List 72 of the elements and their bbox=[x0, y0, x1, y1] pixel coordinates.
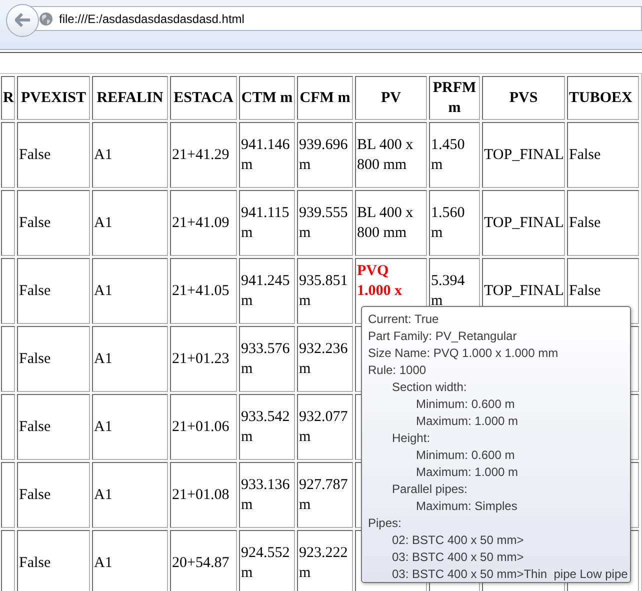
column-header: ESTACA bbox=[170, 76, 237, 120]
tooltip-line: Maximum: 1.000 m bbox=[415, 413, 520, 430]
table-cell: False bbox=[17, 258, 90, 324]
table-cell: 1.560 m bbox=[429, 190, 480, 256]
column-header: CTM m bbox=[239, 76, 295, 120]
column-header: TUBOEX bbox=[567, 76, 639, 120]
table-cell: 21+41.09 bbox=[170, 190, 237, 256]
table-cell: 939.696 m bbox=[297, 122, 353, 188]
table-cell: A1 bbox=[92, 190, 168, 256]
table-cell: 21+01.23 bbox=[170, 326, 237, 392]
table-cell: 933.576 m bbox=[239, 326, 295, 392]
table-cell: 20+54.87 bbox=[170, 530, 237, 591]
table-cell: False bbox=[17, 326, 90, 392]
column-header: CFM m bbox=[297, 76, 353, 120]
table-cell: 933.136 m bbox=[239, 462, 295, 528]
table-cell: False bbox=[567, 190, 639, 256]
table-cell: 939.555 m bbox=[297, 190, 353, 256]
table-cell: 932.077 m bbox=[297, 394, 353, 460]
tooltip-line: Height: bbox=[391, 430, 432, 447]
table-cell: 924.552 m bbox=[239, 530, 295, 591]
back-button[interactable] bbox=[6, 4, 39, 36]
tooltip-line: 02: BSTC 400 x 50 mm> bbox=[391, 532, 525, 549]
address-field[interactable]: file:///E:/asdasdasdasdasdasd.html bbox=[30, 6, 642, 31]
table-cell: False bbox=[17, 122, 90, 188]
tooltip-line: Minimum: 0.600 m bbox=[415, 396, 516, 413]
tooltip-line: Size Name: PVQ 1.000 x 1.000 mm bbox=[368, 345, 560, 362]
table-cell: 935.851 m bbox=[297, 258, 353, 324]
table-cell: 932.236 m bbox=[297, 326, 353, 392]
globe-icon bbox=[39, 12, 53, 26]
table-cell: 21+41.29 bbox=[170, 122, 237, 188]
tooltip-line: Rule: 1000 bbox=[368, 362, 428, 379]
table-cell: 923.222 m bbox=[297, 530, 353, 591]
tooltip-line: Maximum: 1.000 m bbox=[415, 464, 520, 481]
table-cell: A1 bbox=[92, 122, 168, 188]
table-cell: 21+41.05 bbox=[170, 258, 237, 324]
table-cell: 941.115 m bbox=[239, 190, 295, 256]
table-cell: False bbox=[17, 462, 90, 528]
table-cell: False bbox=[567, 122, 639, 188]
tooltip-line: Part Family: PV_Retangular bbox=[368, 328, 518, 345]
table-cell: TOP_FINAL bbox=[482, 122, 565, 188]
table-cell: 941.146 m bbox=[239, 122, 295, 188]
table-cell: A1 bbox=[92, 326, 168, 392]
table-cell: A1 bbox=[92, 258, 168, 324]
column-header: R bbox=[1, 76, 15, 120]
table-cell: A1 bbox=[92, 530, 168, 591]
table-cell: 1.450 m bbox=[429, 122, 480, 188]
column-header: PRFM m bbox=[429, 76, 480, 120]
column-header: REFALIN bbox=[92, 76, 168, 120]
table-cell: 941.245 m bbox=[239, 258, 295, 324]
table-cell: TOP_FINAL bbox=[482, 190, 565, 256]
table-cell: A1 bbox=[92, 462, 168, 528]
table-cell: False bbox=[17, 394, 90, 460]
table-cell: BL 400 x 800 mm bbox=[355, 122, 427, 188]
table-cell: False bbox=[17, 190, 90, 256]
tooltip-line: Section width: bbox=[391, 379, 468, 396]
tooltip-line: Minimum: 0.600 m bbox=[415, 447, 516, 464]
table-cell: 933.542 m bbox=[239, 394, 295, 460]
table-cell: A1 bbox=[92, 394, 168, 460]
table-cell: 21+01.06 bbox=[170, 394, 237, 460]
url-text: file:///E:/asdasdasdasdasdasd.html bbox=[59, 10, 244, 28]
table-cell: False bbox=[17, 530, 90, 591]
column-header: PVS bbox=[482, 76, 565, 120]
table-cell: 21+01.08 bbox=[170, 462, 237, 528]
tooltip-line: Pipes: bbox=[368, 515, 402, 532]
tooltip-line: 03: BSTC 400 x 50 mm> bbox=[391, 549, 525, 566]
column-header: PV bbox=[355, 76, 427, 120]
table-cell: BL 400 x 800 mm bbox=[355, 190, 427, 256]
column-header: PVEXIST bbox=[17, 76, 90, 120]
tooltip-line: Parallel pipes: bbox=[391, 481, 468, 498]
tooltip-line: Maximum: Simples bbox=[415, 498, 518, 515]
table-cell: 927.787 m bbox=[297, 462, 353, 528]
back-arrow-icon bbox=[14, 13, 30, 27]
